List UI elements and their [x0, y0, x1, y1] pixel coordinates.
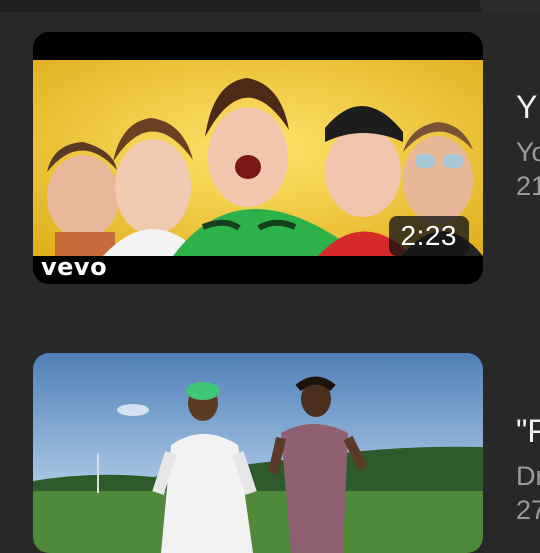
top-app-bar-edge — [0, 0, 540, 12]
video-title[interactable]: "F — [516, 412, 540, 450]
video-meta[interactable]: "F Dr 27 — [516, 412, 540, 526]
video-thumbnail[interactable] — [33, 353, 483, 553]
video-thumbnail[interactable]: 2:23 vevo — [33, 32, 483, 284]
video-stats: 21 — [516, 171, 540, 201]
video-stats: 27 — [516, 495, 540, 525]
duration-badge: 2:23 — [388, 216, 469, 256]
channel-name[interactable]: Yo — [516, 134, 540, 170]
video-title[interactable]: Y — [516, 88, 540, 126]
vevo-logo: vevo — [41, 253, 108, 281]
top-app-bar-corner — [480, 0, 540, 12]
channel-name[interactable]: Dr — [516, 458, 540, 494]
thumbnail-image — [33, 353, 483, 553]
video-meta[interactable]: Y Yo 21 — [516, 88, 540, 202]
